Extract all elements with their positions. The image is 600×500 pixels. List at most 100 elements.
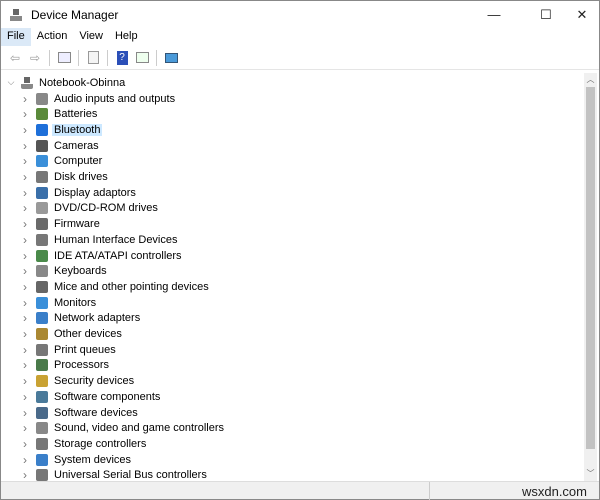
scroll-up-arrow[interactable]: ︿ (584, 73, 597, 87)
chevron-right-icon[interactable]: › (19, 170, 31, 184)
device-category-icon (36, 92, 48, 105)
tree-item[interactable]: › Software components (19, 389, 162, 404)
chevron-right-icon[interactable]: › (19, 437, 31, 451)
run-action-icon[interactable] (134, 50, 150, 66)
chevron-right-icon[interactable]: › (19, 468, 31, 481)
scan-hardware-icon[interactable] (163, 50, 179, 66)
tree-item[interactable]: › Storage controllers (19, 436, 148, 451)
tree-item[interactable]: › Audio inputs and outputs (19, 91, 177, 106)
toolbar-separator (78, 49, 79, 66)
tree-item[interactable]: › Batteries (19, 107, 99, 122)
watermark: wsxdn.com (521, 484, 587, 499)
tree-item[interactable]: › Other devices (19, 327, 124, 342)
device-category-icon (36, 186, 48, 199)
tree-item[interactable]: › Cameras (19, 138, 101, 153)
device-category-icon (36, 453, 48, 466)
minimize-button[interactable]: — (477, 1, 511, 28)
device-category-icon (36, 312, 48, 325)
tree-item[interactable]: › Network adapters (19, 311, 142, 326)
chevron-right-icon[interactable]: › (19, 421, 31, 435)
menu-bar: File Action View Help (1, 28, 599, 46)
chevron-right-icon[interactable]: › (19, 249, 31, 263)
device-category-icon (36, 359, 48, 372)
chevron-right-icon[interactable]: › (19, 280, 31, 294)
scroll-down-arrow[interactable]: ﹀ (584, 467, 597, 481)
vertical-scrollbar[interactable]: ︿ ﹀ (584, 73, 597, 481)
device-category-icon (36, 343, 48, 356)
menu-action[interactable]: Action (31, 28, 74, 46)
tree-item[interactable]: › Computer (19, 154, 104, 169)
tree-item[interactable]: › Sound, video and game controllers (19, 421, 226, 436)
tree-item[interactable]: › Print queues (19, 342, 118, 357)
scrollbar-thumb[interactable] (586, 87, 595, 449)
menu-help[interactable]: Help (109, 28, 144, 46)
forward-icon[interactable]: ⇨ (27, 50, 43, 66)
status-divider (429, 482, 430, 500)
tree-item-label: Universal Serial Bus controllers (54, 469, 207, 481)
tree-root[interactable]: ⌵ Notebook-Obinna (5, 75, 127, 90)
chevron-right-icon[interactable]: › (19, 327, 31, 341)
tree-item-label: Disk drives (54, 171, 108, 183)
chevron-right-icon[interactable]: › (19, 264, 31, 278)
chevron-right-icon[interactable]: › (19, 296, 31, 310)
chevron-right-icon[interactable]: › (19, 92, 31, 106)
tree-item[interactable]: › Processors (19, 358, 111, 373)
tree-item-label: Human Interface Devices (54, 233, 178, 246)
window-title: Device Manager (31, 7, 119, 22)
tree-item-label: Storage controllers (54, 437, 147, 450)
tree-item[interactable]: › System devices (19, 452, 133, 467)
chevron-right-icon[interactable]: › (19, 453, 31, 467)
tree-item-label: Computer (54, 155, 103, 168)
tree-item-label: Mice and other pointing devices (54, 280, 209, 293)
help-icon[interactable]: ? (114, 50, 130, 66)
device-category-icon (36, 280, 48, 293)
close-button[interactable]: ✕ (565, 1, 599, 28)
tree-item[interactable]: › Mice and other pointing devices (19, 279, 211, 294)
chevron-right-icon[interactable]: › (19, 358, 31, 372)
menu-file[interactable]: File (1, 28, 31, 46)
tree-item-label: Software components (54, 390, 161, 403)
tree-item-label: Cameras (54, 139, 99, 152)
tree-item[interactable]: › Universal Serial Bus controllers (19, 468, 209, 481)
tree-item-label: Network adapters (54, 312, 141, 325)
device-category-icon (36, 390, 48, 403)
chevron-down-icon[interactable]: ⌵ (5, 77, 17, 88)
device-category-icon (36, 375, 48, 388)
back-icon[interactable]: ⇦ (7, 50, 23, 66)
tree-item[interactable]: › Display adaptors (19, 185, 138, 200)
chevron-right-icon[interactable]: › (19, 139, 31, 153)
chevron-right-icon[interactable]: › (19, 233, 31, 247)
chevron-right-icon[interactable]: › (19, 217, 31, 231)
tree-item[interactable]: › Bluetooth (19, 122, 103, 137)
menu-view[interactable]: View (73, 28, 109, 46)
properties-icon[interactable] (85, 50, 101, 66)
toolbar-separator (107, 49, 108, 66)
tree-item[interactable]: › Software devices (19, 405, 140, 420)
tree-item[interactable]: › Disk drives (19, 170, 110, 185)
tree-item-label: Sound, video and game controllers (54, 422, 224, 435)
tree-root-label: Notebook-Obinna (39, 76, 126, 89)
tree-item[interactable]: › Security devices (19, 374, 136, 389)
device-manager-icon (10, 8, 22, 21)
chevron-right-icon[interactable]: › (19, 343, 31, 357)
tree-item[interactable]: › Keyboards (19, 264, 109, 279)
chevron-right-icon[interactable]: › (19, 123, 31, 137)
chevron-right-icon[interactable]: › (19, 186, 31, 200)
maximize-button[interactable]: ☐ (529, 1, 563, 28)
chevron-right-icon[interactable]: › (19, 390, 31, 404)
chevron-right-icon[interactable]: › (19, 374, 31, 388)
chevron-right-icon[interactable]: › (19, 107, 31, 121)
chevron-right-icon[interactable]: › (19, 201, 31, 215)
tree-item[interactable]: › IDE ATA/ATAPI controllers (19, 248, 184, 263)
device-tree: ⌵ Notebook-Obinna › Audio inputs and outp… (3, 73, 586, 481)
device-manager-window: Device Manager — ☐ ✕ File Action View He… (0, 0, 600, 500)
chevron-right-icon[interactable]: › (19, 406, 31, 420)
tree-item[interactable]: › DVD/CD-ROM drives (19, 201, 160, 216)
show-hide-console-tree-icon[interactable] (56, 50, 72, 66)
tree-item[interactable]: › Monitors (19, 295, 98, 310)
tree-item[interactable]: › Firmware (19, 217, 102, 232)
tree-item[interactable]: › Human Interface Devices (19, 232, 180, 247)
device-category-icon (36, 265, 48, 278)
chevron-right-icon[interactable]: › (19, 154, 31, 168)
chevron-right-icon[interactable]: › (19, 311, 31, 325)
